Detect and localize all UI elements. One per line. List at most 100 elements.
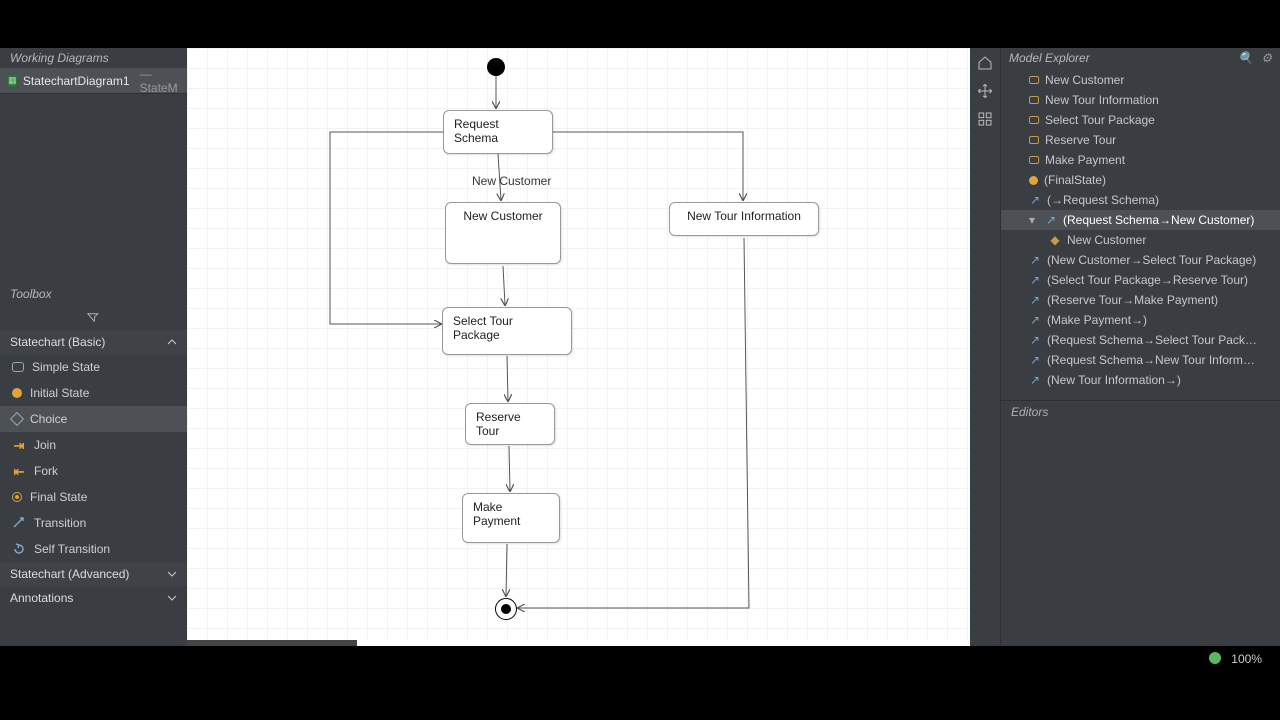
transition-icon: ↗ bbox=[1029, 254, 1041, 266]
tree-label: New Customer bbox=[1045, 73, 1124, 87]
node-label: Make Payment bbox=[473, 500, 549, 528]
tree-finalstate[interactable]: (FinalState) bbox=[1001, 170, 1280, 190]
tree-label: (New Tour Information→) bbox=[1047, 373, 1181, 387]
tree-transition[interactable]: ↗(New Tour Information→) bbox=[1001, 370, 1280, 390]
tree-transition[interactable]: ↗ (New Customer→Select Tour Package) bbox=[1001, 250, 1280, 270]
tree-label: (Request Schema→Select Tour Pack… bbox=[1047, 333, 1257, 347]
fork-icon: ⇤ bbox=[12, 464, 26, 478]
tree-state[interactable]: New Tour Information bbox=[1001, 90, 1280, 110]
tree-label: (New Customer→Select Tour Package) bbox=[1047, 253, 1256, 267]
label-icon: ◆ bbox=[1049, 234, 1061, 246]
tool-join[interactable]: ⇥Join bbox=[0, 432, 187, 458]
node-label: Reserve Tour bbox=[476, 410, 544, 438]
tree-transition[interactable]: ↗ (Select Tour Package→Reserve Tour) bbox=[1001, 270, 1280, 290]
state-icon bbox=[1029, 136, 1039, 144]
node-label: Select Tour Package bbox=[453, 314, 561, 342]
section-annotations-label: Annotations bbox=[10, 591, 73, 605]
tree-transition-selected[interactable]: ▾↗(Request Schema→New Customer) bbox=[1001, 210, 1280, 230]
tree-transition[interactable]: ↗(Reserve Tour→Make Payment) bbox=[1001, 290, 1280, 310]
tool-label: Initial State bbox=[30, 386, 89, 400]
node-request-schema[interactable]: Request Schema bbox=[443, 110, 553, 154]
node-new-tour-information[interactable]: New Tour Information bbox=[669, 202, 819, 236]
diagram-canvas[interactable]: Request Schema New Customer New Customer… bbox=[187, 48, 970, 640]
state-icon bbox=[1029, 76, 1039, 84]
status-ok-icon bbox=[1209, 652, 1221, 664]
tree-transition-label[interactable]: ◆New Customer bbox=[1001, 230, 1280, 250]
transition-icon: ↗ bbox=[1029, 194, 1041, 206]
tool-simple-state[interactable]: Simple State bbox=[0, 354, 187, 380]
state-icon bbox=[1029, 156, 1039, 164]
tree-label: (Make Payment→) bbox=[1047, 313, 1147, 327]
search-icon[interactable]: 🔍 bbox=[1238, 51, 1253, 65]
tree-label: Select Tour Package bbox=[1045, 113, 1155, 127]
tree-label: New Tour Information bbox=[1045, 93, 1159, 107]
node-reserve-tour[interactable]: Reserve Tour bbox=[465, 403, 555, 445]
canvas-toolbar bbox=[970, 48, 1000, 646]
tree-label: (Select Tour Package→Reserve Tour) bbox=[1047, 273, 1248, 287]
tool-label: Final State bbox=[30, 490, 87, 504]
tree-transition[interactable]: ↗(Request Schema→New Tour Inform… bbox=[1001, 350, 1280, 370]
model-explorer-title: Model Explorer bbox=[1009, 51, 1090, 65]
transition-icon: ↗ bbox=[1029, 274, 1041, 286]
tree-state[interactable]: Make Payment bbox=[1001, 150, 1280, 170]
section-advanced-label: Statechart (Advanced) bbox=[10, 567, 129, 581]
transition-icon bbox=[12, 516, 26, 530]
simple-state-icon bbox=[12, 362, 24, 372]
tree-state[interactable]: Select Tour Package bbox=[1001, 110, 1280, 130]
diagram-tab[interactable]: ▦ StatechartDiagram1 — StateM bbox=[0, 68, 187, 94]
node-select-tour-package[interactable]: Select Tour Package bbox=[442, 307, 572, 355]
node-new-customer[interactable]: New Customer bbox=[445, 202, 561, 264]
tree-label: (Reserve Tour→Make Payment) bbox=[1047, 293, 1218, 307]
tree-state[interactable]: New Customer bbox=[1001, 70, 1280, 90]
chevron-down-icon bbox=[167, 593, 177, 603]
selection-tool[interactable] bbox=[0, 304, 187, 330]
section-statechart-advanced[interactable]: Statechart (Advanced) bbox=[0, 562, 187, 586]
chevron-up-icon bbox=[167, 337, 177, 347]
tree-transition[interactable]: ↗(Request Schema→Select Tour Pack… bbox=[1001, 330, 1280, 350]
model-tree[interactable]: New Customer New Tour Information Select… bbox=[1001, 68, 1280, 392]
home-icon[interactable] bbox=[974, 52, 996, 74]
final-state-icon bbox=[12, 492, 22, 502]
tool-initial-state[interactable]: Initial State bbox=[0, 380, 187, 406]
tree-label: (FinalState) bbox=[1044, 173, 1106, 187]
zoom-level[interactable]: 100% bbox=[1231, 652, 1262, 666]
tool-transition[interactable]: Transition bbox=[0, 510, 187, 536]
finalstate-icon bbox=[1029, 176, 1038, 185]
tree-state[interactable]: Reserve Tour bbox=[1001, 130, 1280, 150]
initial-state-node[interactable] bbox=[487, 58, 505, 76]
tool-choice[interactable]: Choice bbox=[0, 406, 187, 432]
tool-final-state[interactable]: Final State bbox=[0, 484, 187, 510]
expand-arrow-icon[interactable]: ▾ bbox=[1029, 213, 1039, 227]
grid-icon[interactable] bbox=[974, 108, 996, 130]
canvas-area[interactable]: Request Schema New Customer New Customer… bbox=[187, 48, 970, 646]
state-icon bbox=[1029, 96, 1039, 104]
toolbox-title: Toolbox bbox=[0, 284, 187, 304]
join-icon: ⇥ bbox=[12, 438, 26, 452]
tool-fork[interactable]: ⇤Fork bbox=[0, 458, 187, 484]
node-label: New Tour Information bbox=[687, 209, 801, 223]
chevron-down-icon bbox=[167, 569, 177, 579]
transition-icon: ↗ bbox=[1045, 214, 1057, 226]
tree-label: Make Payment bbox=[1045, 153, 1125, 167]
diagram-tab-name: StatechartDiagram1 bbox=[23, 74, 130, 88]
node-label: New Customer bbox=[463, 209, 542, 223]
tool-label: Self Transition bbox=[34, 542, 110, 556]
section-basic-label: Statechart (Basic) bbox=[10, 335, 105, 349]
node-make-payment[interactable]: Make Payment bbox=[462, 493, 560, 543]
tool-label: Simple State bbox=[32, 360, 100, 374]
diagram-tab-suffix: — StateM bbox=[140, 67, 179, 95]
tool-self-transition[interactable]: Self Transition bbox=[0, 536, 187, 562]
section-annotations[interactable]: Annotations bbox=[0, 586, 187, 610]
model-explorer-panel: Model Explorer 🔍 ⚙ New Customer New Tour… bbox=[1000, 48, 1280, 646]
final-state-node[interactable] bbox=[495, 598, 517, 620]
section-statechart-basic[interactable]: Statechart (Basic) bbox=[0, 330, 187, 354]
settings-icon[interactable]: ⚙ bbox=[1261, 51, 1272, 65]
tree-transition[interactable]: ↗ (→Request Schema) bbox=[1001, 190, 1280, 210]
move-icon[interactable] bbox=[974, 80, 996, 102]
model-explorer-header: Model Explorer 🔍 ⚙ bbox=[1001, 48, 1280, 68]
tree-label: (→Request Schema) bbox=[1047, 193, 1159, 207]
initial-state-icon bbox=[12, 388, 22, 398]
tree-transition[interactable]: ↗(Make Payment→) bbox=[1001, 310, 1280, 330]
edge-label-new-customer[interactable]: New Customer bbox=[472, 174, 551, 188]
state-icon bbox=[1029, 116, 1039, 124]
